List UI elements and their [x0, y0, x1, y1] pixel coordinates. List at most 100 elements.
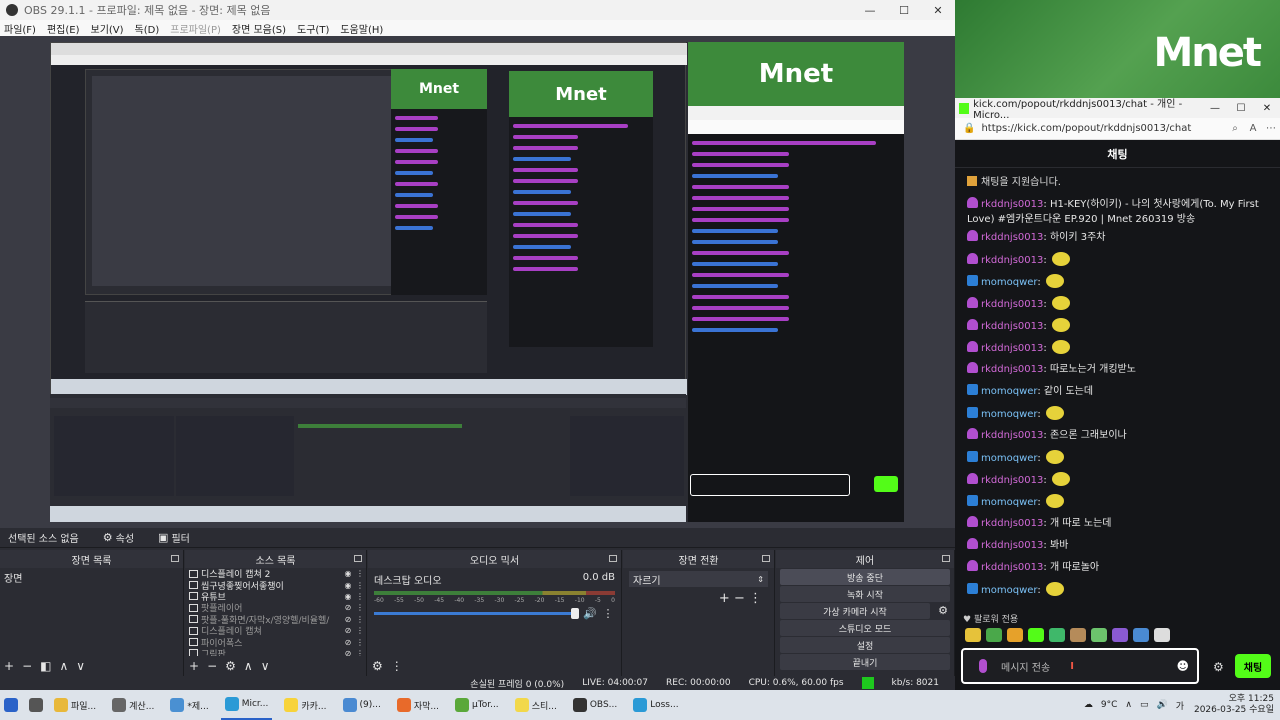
move-down-icon[interactable]: ∨	[261, 659, 270, 673]
lock-icon[interactable]: ⋮	[354, 581, 366, 590]
chat-username[interactable]: momoqwer	[981, 386, 1037, 397]
network-icon[interactable]: ▭	[1140, 700, 1149, 710]
more-options-icon[interactable]: ⋯	[1262, 123, 1280, 134]
taskbar-app[interactable]: 파일...	[50, 690, 100, 720]
chat-settings-icon[interactable]: ⚙	[1213, 660, 1224, 674]
volume-icon[interactable]: 🔊	[1156, 700, 1167, 710]
dock-float-icon[interactable]	[609, 555, 617, 562]
preview-canvas[interactable]: Mnet Mnet Mnet	[50, 42, 904, 522]
input-language[interactable]: 가	[1176, 699, 1184, 712]
move-down-icon[interactable]: ∨	[76, 659, 85, 673]
taskbar-app[interactable]: 계산...	[108, 690, 158, 720]
more-options-icon[interactable]: ⋮	[391, 659, 403, 673]
more-options-icon[interactable]: ⋮	[749, 591, 762, 606]
menu-item[interactable]: 파일(F)	[4, 21, 36, 36]
taskbar-app[interactable]: OBS...	[569, 690, 621, 720]
chat-username[interactable]: rkddnjs0013	[981, 199, 1043, 210]
add-source-icon[interactable]: +	[189, 659, 199, 673]
taskbar-app[interactable]: Micr...	[220, 690, 273, 720]
eye-icon[interactable]: ◉	[342, 569, 354, 578]
menu-item[interactable]: 편집(E)	[47, 21, 80, 36]
chat-username[interactable]: rkddnjs0013	[981, 430, 1043, 441]
chat-username[interactable]: rkddnjs0013	[981, 562, 1043, 573]
zoom-icon[interactable]: ⌕	[1226, 123, 1244, 134]
filters-button[interactable]: ▣ 필터	[158, 530, 190, 545]
remove-scene-icon[interactable]: −	[22, 659, 32, 673]
start-button[interactable]	[0, 690, 25, 720]
volume-slider[interactable]: 🔊 ⋮	[374, 607, 615, 620]
more-options-icon[interactable]: ⋮	[601, 607, 615, 620]
emote-icon[interactable]	[1091, 628, 1107, 642]
eye-icon[interactable]: ◉	[342, 592, 354, 601]
emoji-icon[interactable]: ☻	[1176, 659, 1189, 673]
task-view-button[interactable]	[25, 690, 50, 720]
chat-username[interactable]: rkddnjs0013	[981, 364, 1043, 375]
taskbar-app[interactable]: 스티...	[511, 690, 561, 720]
control-button[interactable]: 스튜디오 모드	[780, 620, 950, 636]
speaker-icon[interactable]: 🔊	[583, 607, 597, 620]
emote-icon[interactable]	[1112, 628, 1128, 642]
control-button[interactable]: 끝내기	[780, 654, 950, 670]
minimize-button[interactable]: —	[1202, 103, 1228, 114]
chat-username[interactable]: momoqwer	[981, 277, 1037, 288]
dock-float-icon[interactable]	[171, 555, 179, 562]
menu-item[interactable]: 장면 모음(S)	[232, 21, 286, 36]
chat-username[interactable]: momoqwer	[981, 585, 1037, 596]
chat-username[interactable]: rkddnjs0013	[981, 255, 1043, 266]
emote-icon[interactable]	[986, 628, 1002, 642]
menu-item[interactable]: 도구(T)	[297, 21, 329, 36]
chat-username[interactable]: rkddnjs0013	[981, 518, 1043, 529]
weather-icon[interactable]: ☁	[1084, 700, 1093, 710]
lock-icon[interactable]: ⋮	[354, 626, 366, 635]
chat-send-button[interactable]: 채팅	[1235, 654, 1271, 678]
dock-float-icon[interactable]	[354, 555, 362, 562]
volume-slider-knob[interactable]	[571, 608, 579, 619]
menu-item[interactable]: 프로파일(P)	[170, 21, 221, 36]
scene-filter-icon[interactable]: ◧	[40, 659, 51, 673]
taskbar-app[interactable]: 자막...	[393, 690, 443, 720]
emote-icon[interactable]	[1070, 628, 1086, 642]
address-bar[interactable]: 🔒 https://kick.com/popout/rkddnjs0013/ch…	[955, 118, 1280, 140]
close-button[interactable]: ✕	[921, 4, 955, 17]
taskbar-app[interactable]: µTor...	[451, 690, 503, 720]
add-transition-icon[interactable]: +	[719, 591, 730, 606]
taskbar-app[interactable]: *제...	[166, 690, 212, 720]
chat-username[interactable]: momoqwer	[981, 497, 1037, 508]
control-button[interactable]: 방송 중단	[780, 569, 950, 585]
lock-icon[interactable]: ⋮	[354, 603, 366, 612]
chat-username[interactable]: rkddnjs0013	[981, 343, 1043, 354]
remove-source-icon[interactable]: −	[207, 659, 217, 673]
remove-transition-icon[interactable]: −	[734, 591, 745, 606]
emote-icon[interactable]	[1028, 628, 1044, 642]
chat-username[interactable]: rkddnjs0013	[981, 299, 1043, 310]
control-button[interactable]: 설정	[780, 637, 950, 653]
eye-hidden-icon[interactable]: ⊘	[342, 615, 354, 624]
show-hidden-icons[interactable]: ∧	[1125, 700, 1132, 710]
chat-username[interactable]: momoqwer	[981, 453, 1037, 464]
scene-item[interactable]: 장면	[0, 568, 183, 587]
emote-icon[interactable]	[1049, 628, 1065, 642]
menu-item[interactable]: 독(D)	[135, 21, 160, 36]
emote-icon[interactable]	[1154, 628, 1170, 642]
source-item[interactable]: 그림판 ⊘ ⋮	[185, 648, 366, 656]
chat-username[interactable]: rkddnjs0013	[981, 321, 1043, 332]
chat-username[interactable]: rkddnjs0013	[981, 475, 1043, 486]
source-settings-icon[interactable]: ⚙	[225, 659, 236, 673]
virtual-camera-settings-icon[interactable]: ⚙	[938, 604, 948, 617]
control-button[interactable]: 가상 카메라 시작 ⚙	[780, 603, 948, 619]
chat-input[interactable]: 메시지 전송 I ☻	[961, 648, 1199, 684]
eye-hidden-icon[interactable]: ⊘	[342, 638, 354, 647]
emote-icon[interactable]	[965, 628, 981, 642]
emote-icon[interactable]	[1133, 628, 1149, 642]
lock-icon[interactable]: ⋮	[354, 615, 366, 624]
maximize-button[interactable]: ☐	[887, 4, 921, 17]
clock[interactable]: 오후 11:25 2026-03-25 수요일	[1194, 694, 1274, 716]
lock-icon[interactable]: ⋮	[354, 638, 366, 647]
move-up-icon[interactable]: ∧	[244, 659, 253, 673]
properties-button[interactable]: ⚙ 속성	[103, 530, 134, 545]
eye-hidden-icon[interactable]: ⊘	[342, 626, 354, 635]
mixer-settings-icon[interactable]: ⚙	[372, 659, 383, 673]
transition-select[interactable]: 자르기 ⇕	[629, 571, 768, 587]
taskbar-app[interactable]: Loss...	[629, 690, 682, 720]
read-aloud-icon[interactable]: A	[1244, 123, 1262, 134]
